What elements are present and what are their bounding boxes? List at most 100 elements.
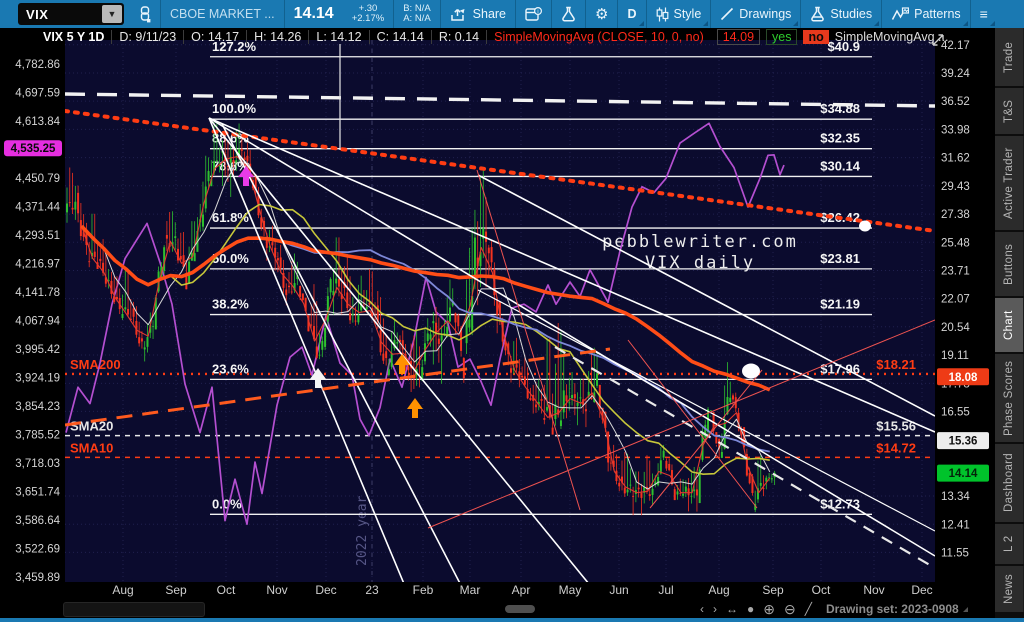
dot-icon[interactable]: ● — [747, 602, 754, 616]
right-axis-badge-text: 15.36 — [949, 436, 978, 448]
settings-button[interactable]: ⚙ — [586, 0, 617, 28]
sidebar-tab-t-s[interactable]: T&S — [995, 88, 1024, 134]
horizontal-scrollbar[interactable] — [505, 605, 535, 613]
patterns-button[interactable]: Patterns — [882, 0, 970, 28]
legend-flag-yes[interactable]: yes — [766, 29, 797, 45]
candle-style-icon — [656, 7, 669, 22]
analysis-button[interactable] — [552, 0, 585, 28]
chart-menu-button[interactable]: ≡ — [971, 0, 997, 28]
symbol-selector[interactable]: VIX ▼ — [18, 3, 124, 25]
studies-flask-icon — [810, 6, 825, 22]
left-axis-tick: 3,459.89 — [15, 572, 60, 584]
right-axis-tick: 23.71 — [941, 265, 970, 277]
drawings-label: Drawings — [739, 7, 791, 21]
patterns-label: Patterns — [914, 7, 961, 21]
drawings-button[interactable]: Drawings — [711, 0, 800, 28]
bottom-toolbar: ‹ › ↔ ● ⊕ ⊖ ╱ Drawing set: 2023-0908 — [0, 600, 995, 618]
left-axis-tick: 3,995.42 — [15, 344, 60, 356]
x-axis-month-label: May — [559, 583, 582, 597]
fib-pct-label: 100.0% — [212, 101, 257, 116]
quick-symbol-box[interactable] — [63, 602, 205, 617]
sidebar-tab-active-trader[interactable]: Active Trader — [995, 136, 1024, 230]
zoom-in-icon[interactable]: ⊕ — [763, 601, 775, 618]
flask-icon — [561, 6, 576, 22]
top-toolbar: VIX ▼ CBOE MARKET ... 14.14 +.30 +2.17% … — [0, 0, 1024, 28]
share-label: Share — [473, 7, 506, 21]
legend-open: O: 14.17 — [183, 30, 246, 44]
symbol-dropdown-icon[interactable]: ▼ — [102, 5, 122, 23]
drawing-icon[interactable]: ╱ — [805, 602, 812, 616]
legend-flag-no[interactable]: no — [803, 30, 828, 44]
x-axis-month-label: Nov — [863, 583, 884, 597]
bottom-accent-strip — [0, 618, 1024, 622]
left-axis-tick: 3,651.74 — [15, 486, 60, 498]
right-axis-tick: 39.24 — [941, 68, 970, 80]
left-axis-tick: 4,141.78 — [15, 287, 60, 299]
x-axis-month-label: Sep — [165, 583, 187, 597]
legend-close: C: 14.14 — [369, 30, 431, 44]
right-axis-tick: 20.54 — [941, 322, 970, 334]
legend-title: VIX 5 Y 1D — [36, 30, 111, 44]
right-axis-tick: 33.98 — [941, 124, 970, 136]
sma-left-label: SMA200 — [70, 357, 121, 372]
left-axis-tick: 3,718.03 — [15, 458, 60, 470]
sidebar-tab-chart[interactable]: Chart — [995, 298, 1024, 352]
sidebar-tab-trade[interactable]: Trade — [995, 28, 1024, 86]
right-axis-tick: 16.55 — [941, 406, 970, 418]
x-axis-month-label: Jun — [609, 583, 628, 597]
left-axis-tick: 4,067.94 — [15, 315, 60, 327]
legend-study1[interactable]: SimpleMovingAvg (CLOSE, 10, 0, no) — [486, 30, 711, 44]
patterns-icon — [891, 7, 909, 21]
pan-right-icon[interactable]: › — [713, 602, 717, 616]
x-axis-month-label: 23 — [365, 583, 379, 597]
expand-icon[interactable]: ↔ — [726, 602, 738, 616]
right-axis-tick: 27.38 — [941, 209, 970, 221]
legend-study2[interactable]: SimpleMovingAvg ... — [835, 30, 949, 44]
style-button[interactable]: Style — [647, 0, 711, 28]
zoom-out-icon[interactable]: ⊖ — [784, 601, 796, 618]
chart-legend: VIX 5 Y 1D D: 9/11/23 O: 14.17 H: 14.26 … — [36, 29, 948, 45]
sidebar-tab-buttons[interactable]: Buttons — [995, 232, 1024, 296]
sidebar-tab-phase-scores[interactable]: Phase Scores — [995, 354, 1024, 442]
fib-pct-label: 38.2% — [212, 297, 249, 312]
fib-price-label: $23.81 — [820, 251, 860, 266]
x-axis-month-label: Jul — [658, 583, 673, 597]
left-axis-tick: 4,697.59 — [15, 87, 60, 99]
legend-study1-value: 14.09 — [717, 29, 760, 45]
price-change: +.30 +2.17% — [343, 0, 394, 28]
watermark-line2: VIX daily — [645, 253, 755, 273]
legend-date: D: 9/11/23 — [111, 30, 183, 44]
drawing-set-dropdown-corner — [963, 607, 968, 612]
pan-left-icon[interactable]: ‹ — [700, 602, 704, 616]
share-button[interactable]: Share — [441, 0, 515, 28]
symbol-description[interactable]: CBOE MARKET ... — [161, 0, 284, 28]
right-axis-tick: 13.34 — [941, 491, 970, 503]
symbol-text: VIX — [26, 7, 48, 22]
chart-plot[interactable]: 2022 year127.2%$40.9100.0%$34.8888.6%$32… — [0, 28, 995, 600]
left-axis-tick: 3,586.64 — [15, 515, 60, 527]
calendar-events-button[interactable]: i — [516, 0, 551, 28]
x-axis-month-label: Oct — [812, 583, 831, 597]
year-divider-label: 2022 year — [355, 495, 370, 566]
right-axis-tick: 12.41 — [941, 519, 970, 531]
sidebar-tab-news[interactable]: News — [995, 566, 1024, 612]
right-axis-tick: 31.62 — [941, 153, 970, 165]
x-axis-month-label: Apr — [512, 583, 531, 597]
sidebar-tab-dashboard[interactable]: Dashboard — [995, 444, 1024, 522]
chart-region: 2022 year127.2%$40.9100.0%$34.8888.6%$32… — [0, 28, 995, 600]
white-circle-marker — [742, 364, 760, 379]
right-axis-tick: 36.52 — [941, 96, 970, 108]
sidebar-tab-l-2[interactable]: L 2 — [995, 524, 1024, 564]
style-label: Style — [674, 7, 702, 21]
fib-price-label: $21.19 — [820, 297, 860, 312]
x-axis-month-label: Dec — [911, 583, 932, 597]
x-axis-month-label: Feb — [413, 583, 434, 597]
left-axis-badge-text: 4,535.25 — [11, 143, 56, 155]
drawing-set-label[interactable]: Drawing set: 2023-0908 — [826, 602, 959, 616]
interval-button[interactable]: D — [618, 0, 645, 28]
symbol-link-button[interactable] — [130, 0, 160, 28]
studies-button[interactable]: Studies — [801, 0, 881, 28]
ask-value: A: N/A — [403, 14, 430, 24]
watermark-line1: pebblewriter.com — [602, 232, 798, 252]
studies-label: Studies — [830, 7, 872, 21]
